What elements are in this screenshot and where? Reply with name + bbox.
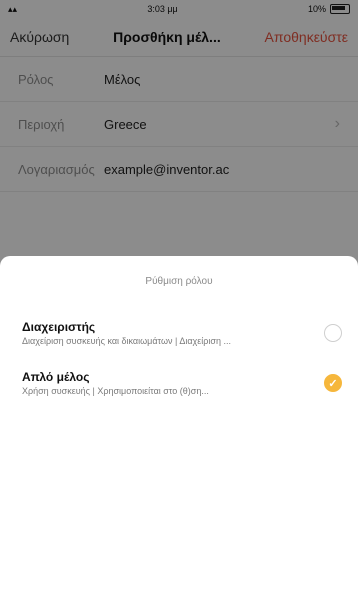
role-bottom-sheet: Ρύθμιση ρόλου Διαχειριστής Διαχείριση συ… [0, 256, 358, 608]
option-admin-title: Διαχειριστής [22, 320, 96, 334]
option-admin[interactable]: Διαχειριστής Διαχείριση συσκευής και δικ… [0, 310, 358, 356]
option-member-subtitle: Χρήση συσκευής | Χρησιμοποιείται στο (θ)… [22, 386, 209, 396]
radio-unselected-icon[interactable] [324, 324, 342, 342]
option-member-title: Απλό μέλος [22, 370, 90, 384]
radio-selected-check-icon[interactable]: ✓ [324, 374, 342, 392]
option-member[interactable]: Απλό μέλος Χρήση συσκευής | Χρησιμοποιεί… [0, 360, 358, 406]
sheet-title: Ρύθμιση ρόλου [145, 276, 213, 287]
option-admin-subtitle: Διαχείριση συσκευής και δικαιωμάτων | Δι… [22, 336, 231, 346]
